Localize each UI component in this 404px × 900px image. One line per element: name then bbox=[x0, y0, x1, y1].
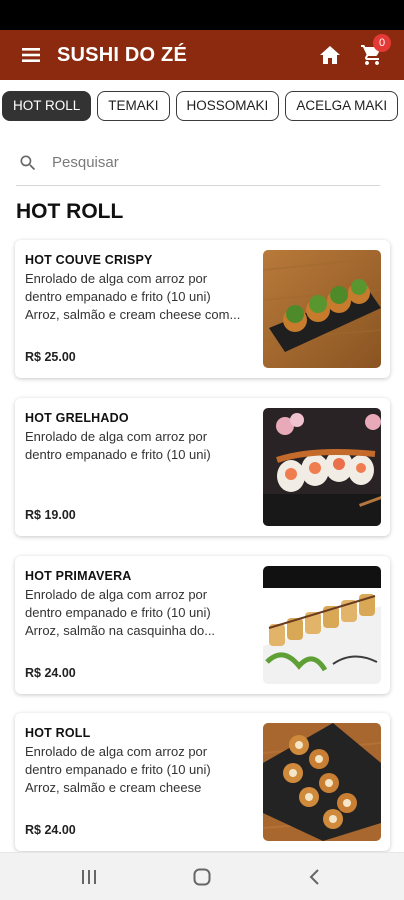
tab-hot-roll[interactable]: HOT ROLL bbox=[2, 91, 92, 121]
product-card[interactable]: HOT ROLL Enrolado de alga com arroz por … bbox=[15, 713, 390, 851]
recent-apps-icon bbox=[82, 870, 96, 884]
grilled-sushi-rolls-photo bbox=[263, 408, 381, 526]
product-name: HOT GRELHADO bbox=[25, 411, 129, 425]
description-line: dentro empanado e frito (10 uni) bbox=[25, 762, 211, 777]
search-icon bbox=[16, 151, 40, 175]
menu-icon bbox=[22, 48, 40, 62]
product-image bbox=[263, 250, 381, 368]
description-line: Arroz, salmão na casquinha do... bbox=[25, 623, 216, 638]
nav-home-button[interactable] bbox=[190, 865, 214, 889]
product-card[interactable]: HOT COUVE CRISPY Enrolado de alga com ar… bbox=[15, 240, 390, 378]
fried-sushi-rolls-with-crispy-kale-photo bbox=[263, 250, 381, 368]
system-nav-bar bbox=[0, 852, 404, 900]
back-button[interactable] bbox=[303, 865, 327, 889]
product-image bbox=[263, 566, 381, 684]
product-description: Enrolado de alga com arroz por dentro em… bbox=[25, 743, 253, 797]
home-button[interactable] bbox=[317, 42, 343, 68]
description-line: Enrolado de alga com arroz por bbox=[25, 587, 208, 602]
cart-count-badge: 0 bbox=[373, 34, 391, 52]
search-input[interactable] bbox=[52, 154, 352, 171]
product-description: Enrolado de alga com arroz por dentro em… bbox=[25, 586, 253, 640]
search-bar bbox=[16, 140, 380, 186]
tab-acelga-maki[interactable]: ACELGA MAKI bbox=[285, 91, 399, 121]
category-tabs: HOT ROLL TEMAKI HOSSOMAKI ACELGA MAKI bbox=[0, 91, 404, 121]
description-line: Enrolado de alga com arroz por bbox=[25, 744, 208, 759]
product-image bbox=[263, 723, 381, 841]
home-icon bbox=[320, 46, 340, 64]
hot-roll-sushi-photo bbox=[263, 723, 381, 841]
nav-home-icon bbox=[193, 868, 211, 886]
tab-hossomaki[interactable]: HOSSOMAKI bbox=[175, 91, 280, 121]
description-line: Enrolado de alga com arroz por bbox=[25, 429, 208, 444]
product-price: R$ 19.00 bbox=[25, 508, 76, 522]
status-bar bbox=[0, 0, 404, 30]
product-description: Enrolado de alga com arroz por dentro em… bbox=[25, 270, 253, 324]
menu-button[interactable] bbox=[18, 42, 44, 68]
product-name: HOT PRIMAVERA bbox=[25, 569, 132, 583]
section-title: HOT ROLL bbox=[16, 200, 124, 223]
description-line: dentro empanado e frito (10 uni) bbox=[25, 289, 211, 304]
recent-apps-button[interactable] bbox=[77, 865, 101, 889]
description-line: dentro empanado e frito (10 uni) bbox=[25, 447, 211, 462]
tab-temaki[interactable]: TEMAKI bbox=[97, 91, 170, 121]
app-bar: SUSHI DO ZÉ 0 bbox=[0, 30, 404, 80]
product-card[interactable]: HOT GRELHADO Enrolado de alga com arroz … bbox=[15, 398, 390, 536]
spring-roll-sushi-platter-photo bbox=[263, 566, 381, 684]
product-price: R$ 25.00 bbox=[25, 350, 76, 364]
product-price: R$ 24.00 bbox=[25, 666, 76, 680]
description-line: Arroz, salmão e cream cheese com... bbox=[25, 307, 241, 322]
product-image bbox=[263, 408, 381, 526]
product-name: HOT ROLL bbox=[25, 726, 91, 740]
product-name: HOT COUVE CRISPY bbox=[25, 253, 153, 267]
app-title: SUSHI DO ZÉ bbox=[57, 43, 187, 66]
product-price: R$ 24.00 bbox=[25, 823, 76, 837]
back-icon bbox=[309, 869, 319, 885]
product-description: Enrolado de alga com arroz por dentro em… bbox=[25, 428, 253, 464]
description-line: dentro empanado e frito (10 uni) bbox=[25, 605, 211, 620]
product-card[interactable]: HOT PRIMAVERA Enrolado de alga com arroz… bbox=[15, 556, 390, 694]
description-line: Arroz, salmão e cream cheese bbox=[25, 780, 202, 795]
description-line: Enrolado de alga com arroz por bbox=[25, 271, 208, 286]
